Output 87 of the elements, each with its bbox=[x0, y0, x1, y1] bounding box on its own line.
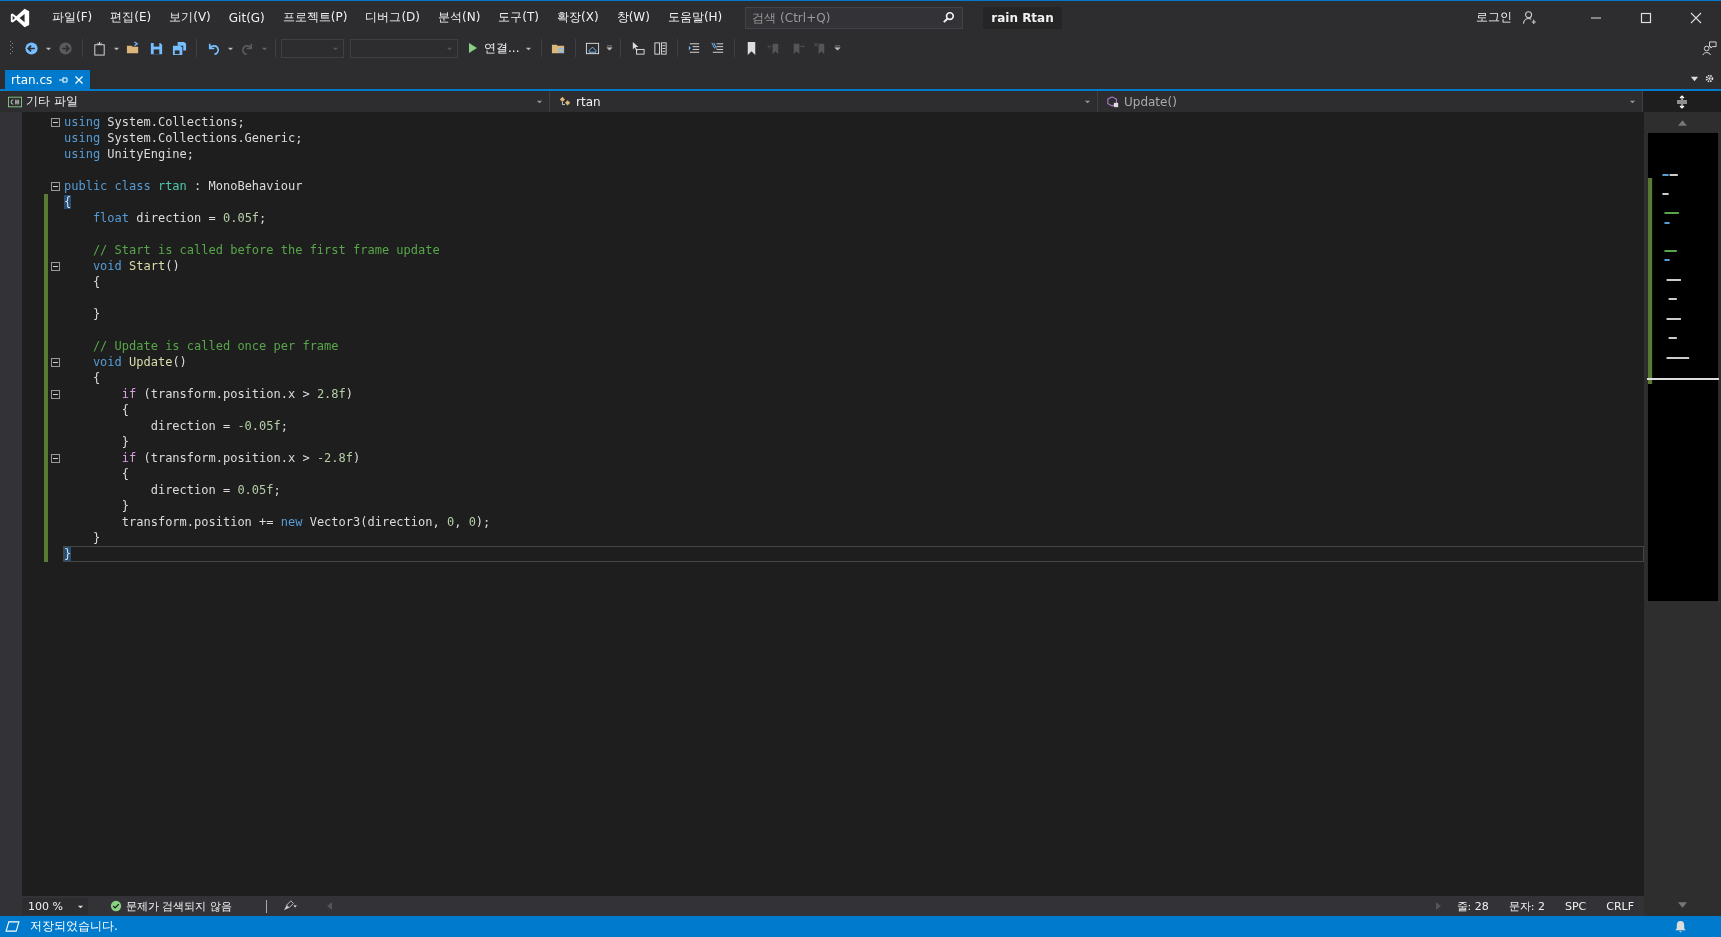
back-icon[interactable] bbox=[24, 40, 39, 56]
status-message: 저장되었습니다. bbox=[30, 918, 118, 935]
menu-item[interactable]: 편집(E) bbox=[101, 9, 161, 26]
check-icon bbox=[110, 900, 122, 912]
search-icon bbox=[942, 10, 956, 24]
close-icon[interactable] bbox=[1690, 11, 1702, 24]
save-icon[interactable] bbox=[149, 40, 164, 56]
window-title: rain Rtan bbox=[983, 6, 1062, 29]
csharp-file-icon bbox=[8, 95, 22, 108]
pointer-icon[interactable] bbox=[630, 40, 646, 56]
code-line: { bbox=[120, 467, 130, 481]
menu-item[interactable]: 디버그(D) bbox=[356, 9, 429, 26]
code-line: } bbox=[91, 531, 101, 545]
scroll-up-icon[interactable] bbox=[1678, 120, 1687, 126]
code-line: } bbox=[120, 499, 130, 513]
caret-icon bbox=[1084, 98, 1091, 105]
code-line: using UnityEngine; bbox=[64, 147, 195, 161]
save-all-icon[interactable] bbox=[172, 40, 187, 56]
menu-item[interactable]: 도움말(H) bbox=[658, 9, 732, 26]
code-line: // Start is called before the first frame update bbox=[91, 243, 440, 257]
collapse-icon[interactable] bbox=[51, 453, 60, 463]
add-user-icon[interactable] bbox=[1522, 10, 1537, 25]
pin-icon[interactable] bbox=[58, 74, 69, 85]
code-line: } bbox=[120, 435, 130, 449]
code-line: if (transform.position.x > -2.8f) bbox=[120, 451, 361, 465]
code-line: } bbox=[91, 307, 101, 321]
menu-item[interactable]: 보기(V) bbox=[160, 9, 220, 26]
menu-item[interactable]: 프로젝트(P) bbox=[273, 9, 357, 26]
code-line: direction = -0.05f; bbox=[149, 419, 288, 433]
settings-icon[interactable] bbox=[1705, 74, 1714, 83]
menu-item[interactable]: Git(G) bbox=[219, 10, 274, 25]
zoom-dropdown[interactable]: 100 % bbox=[22, 897, 88, 915]
column-position[interactable]: 문자: 2 bbox=[1508, 898, 1545, 914]
code-line: // Update is called once per frame bbox=[91, 339, 339, 353]
overflow-icon[interactable] bbox=[834, 44, 842, 52]
whitespace-mode[interactable]: SPC bbox=[1564, 899, 1587, 913]
code-line: { bbox=[91, 275, 101, 289]
caret-icon bbox=[536, 98, 543, 105]
menu-item[interactable]: 창(W) bbox=[607, 9, 659, 26]
code-line: { bbox=[120, 403, 130, 417]
collapse-icon[interactable] bbox=[51, 389, 60, 399]
split-window-button[interactable] bbox=[1643, 91, 1721, 112]
collapse-icon[interactable] bbox=[51, 181, 60, 191]
new-project-icon[interactable] bbox=[92, 40, 107, 56]
menu-item[interactable]: 분석(N) bbox=[429, 9, 490, 26]
search-field[interactable]: 검색 (Ctrl+Q) bbox=[745, 6, 964, 29]
collapse-icon[interactable] bbox=[51, 357, 60, 367]
line-position[interactable]: 줄: 28 bbox=[1456, 898, 1489, 914]
menu-item[interactable]: 확장(X) bbox=[548, 9, 608, 26]
comment-lines-icon[interactable] bbox=[710, 40, 726, 56]
class-icon bbox=[558, 95, 572, 108]
run-button[interactable]: 연결... bbox=[464, 37, 537, 59]
feedback-icon[interactable] bbox=[1702, 40, 1717, 56]
code-line: { bbox=[91, 371, 101, 385]
caret-icon bbox=[1629, 98, 1636, 105]
code-line: transform.position += new Vector3(direction, 0, 0); bbox=[120, 515, 491, 529]
minimap-drawing[interactable] bbox=[1646, 132, 1719, 602]
code-line: public class rtan : MonoBehaviour bbox=[64, 179, 303, 193]
code-line: void Update() bbox=[91, 355, 187, 369]
home-window-icon[interactable] bbox=[585, 40, 601, 56]
tab-list-icon[interactable] bbox=[1690, 74, 1699, 83]
split-icon bbox=[1676, 94, 1688, 109]
code-line: using System.Collections.Generic; bbox=[64, 131, 303, 145]
document-list-icon[interactable] bbox=[653, 40, 669, 56]
menu-item[interactable]: 도구(T) bbox=[489, 9, 549, 26]
code-line: direction = 0.05f; bbox=[149, 483, 281, 497]
code-line: float direction = 0.05f; bbox=[91, 211, 267, 225]
menu-item[interactable]: 파일(F) bbox=[43, 9, 102, 26]
code-line: void Start() bbox=[91, 259, 180, 273]
open-folder-icon[interactable] bbox=[126, 40, 141, 56]
brush-icon[interactable] bbox=[283, 900, 297, 912]
collapse-icon[interactable] bbox=[51, 117, 60, 127]
login-link[interactable]: 로그인 bbox=[1476, 9, 1512, 26]
method-icon bbox=[1106, 95, 1120, 108]
app-logo-icon bbox=[9, 6, 31, 29]
overflow-icon[interactable] bbox=[606, 44, 614, 52]
maximize-icon[interactable] bbox=[1640, 11, 1652, 24]
line-ending[interactable]: CRLF bbox=[1606, 899, 1634, 913]
file-tab[interactable]: rtan.cs bbox=[5, 70, 91, 89]
issues-status[interactable]: 문제가 검색되지 않음 bbox=[126, 898, 232, 914]
play-icon bbox=[468, 42, 478, 54]
collapse-icon[interactable] bbox=[51, 261, 60, 271]
scroll-down-icon[interactable] bbox=[1678, 902, 1687, 908]
notification-bell-icon[interactable] bbox=[1674, 920, 1687, 933]
code-line: if (transform.position.x > 2.8f) bbox=[120, 387, 353, 401]
code-line: using System.Collections; bbox=[64, 115, 245, 129]
status-icon bbox=[5, 921, 20, 932]
